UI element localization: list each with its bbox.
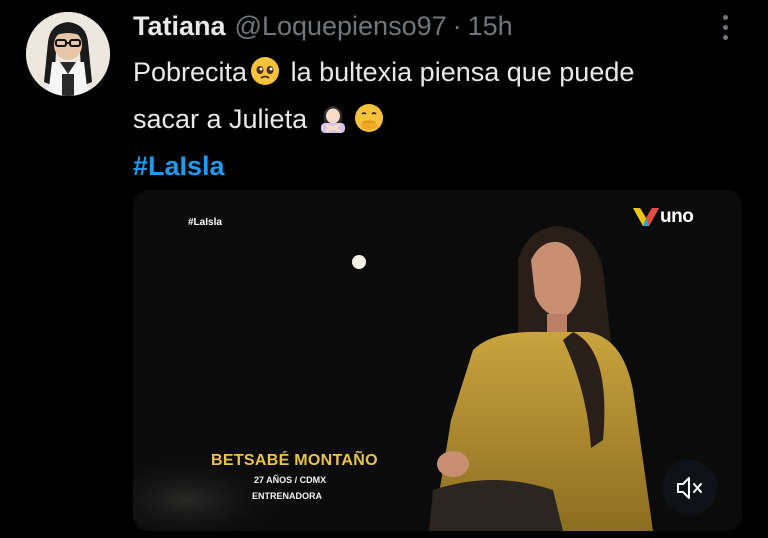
lower-third-name: BETSABÉ MONTAÑO — [211, 452, 378, 469]
pleading-face-icon — [250, 56, 280, 98]
channel-logo: uno — [633, 206, 694, 228]
face-with-hand-over-mouth-icon — [354, 103, 384, 145]
tweet-line-1: Pobrecita la bultexia piensa que puede — [133, 51, 743, 98]
hashtag-link[interactable]: #LaIsla — [133, 145, 743, 187]
channel-logo-text: uno — [660, 206, 694, 227]
woman-gesturing-no-icon — [318, 103, 348, 145]
speaker-muted-icon — [677, 477, 702, 499]
avatar[interactable] — [26, 12, 110, 96]
overlay-hashtag: #LaIsla — [188, 217, 222, 228]
tweet-text: Pobrecita la bultexia piensa que puede s… — [133, 51, 743, 187]
tweet-text-part: Pobrecita — [133, 57, 248, 87]
lower-third-role: ENTRENADORA — [252, 491, 323, 501]
tweet-line-2: sacar a Julieta — [133, 98, 743, 145]
separator-dot: · — [452, 10, 462, 41]
tweet[interactable]: Tatiana @Loquepienso97 · 15h Pobrecita l… — [0, 0, 768, 538]
mute-button[interactable] — [662, 460, 717, 515]
tweet-text-part: sacar a Julieta — [133, 104, 308, 134]
author-name[interactable]: Tatiana — [133, 11, 226, 42]
avatar-doll-image — [26, 12, 110, 96]
lower-third-age-city: 27 AÑOS / CDMX — [254, 475, 327, 485]
timestamp[interactable]: 15h — [468, 11, 513, 42]
video-player[interactable]: #LaIsla uno BETSABÉ MONTAÑO 27 AÑOS / CD… — [133, 190, 742, 531]
more-options-icon[interactable] — [712, 12, 740, 44]
author-handle[interactable]: @Loquepienso97 — [235, 11, 447, 42]
channel-logo-icon — [633, 208, 659, 226]
tweet-text-part: la bultexia piensa que puede — [290, 57, 635, 87]
lower-third: BETSABÉ MONTAÑO 27 AÑOS / CDMX ENTRENADO… — [193, 452, 383, 501]
tweet-header: Tatiana @Loquepienso97 · 15h — [133, 8, 513, 44]
